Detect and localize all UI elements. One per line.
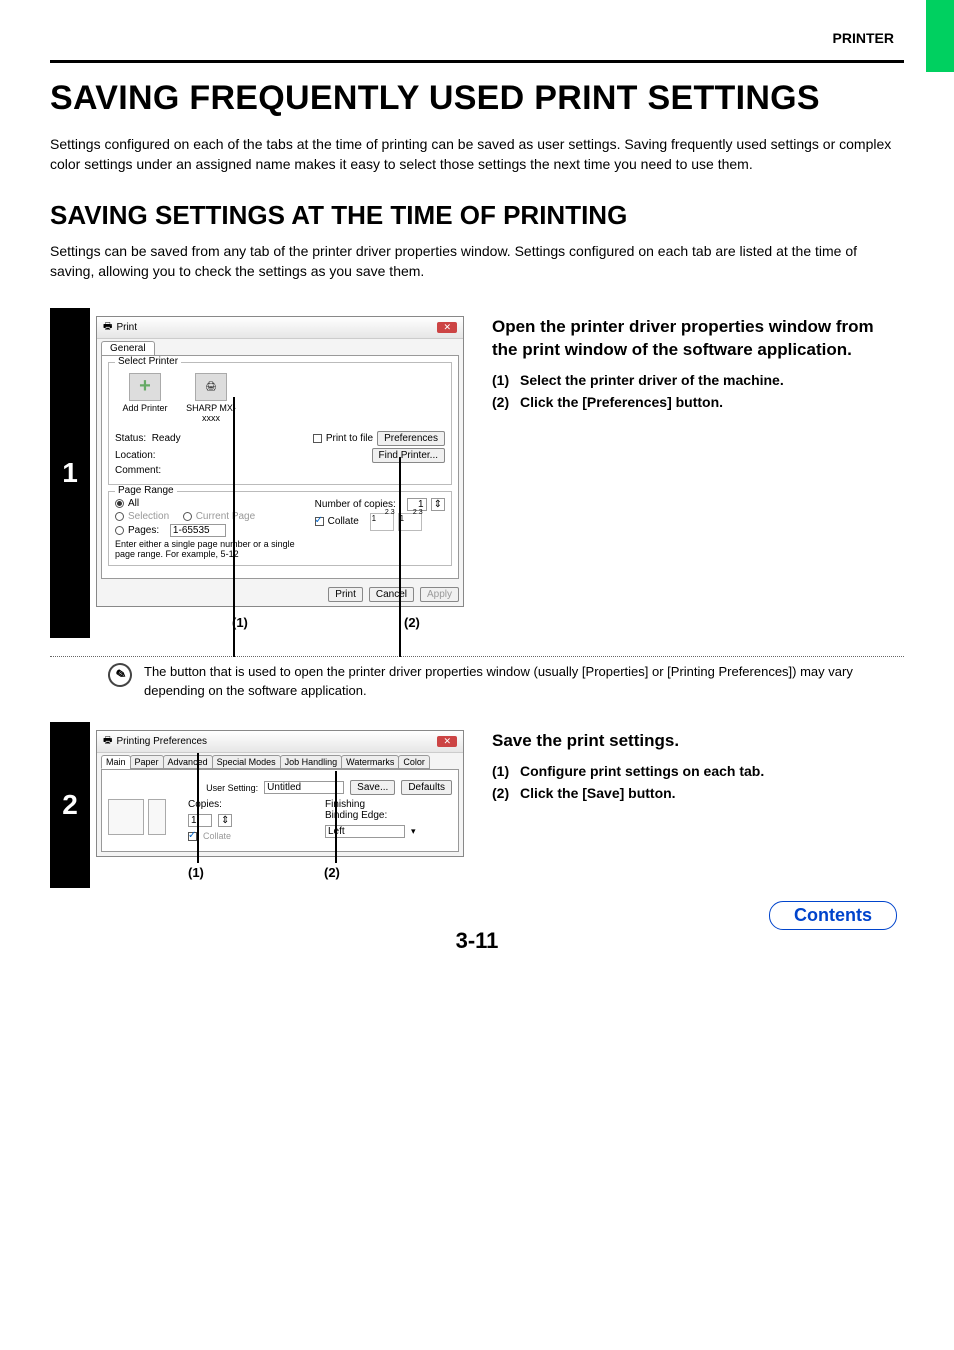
collate-icon: 1 <box>370 513 394 531</box>
prefs-copies-spinner[interactable]: ⇕ <box>218 814 232 827</box>
callout-line-2b <box>335 771 337 863</box>
step-1-item-2: (2)Click the [Preferences] button. <box>492 394 890 410</box>
close-icon[interactable]: ✕ <box>437 322 457 333</box>
tab-advanced[interactable]: Advanced <box>163 755 213 769</box>
print-dialog-title: Print <box>116 322 137 333</box>
step-2-block: 2 🖶 Printing Preferences ✕ Main Paper Ad… <box>50 722 904 888</box>
binding-edge-label: Binding Edge: <box>325 810 452 821</box>
copies-spinner[interactable]: ⇕ <box>431 498 445 511</box>
select-printer-legend: Select Printer <box>115 356 181 367</box>
green-accent-bar <box>926 0 954 72</box>
comment-label: Comment: <box>115 465 161 476</box>
apply-button[interactable]: Apply <box>420 587 459 602</box>
chevron-down-icon[interactable]: ▾ <box>411 826 416 837</box>
status-label: Status: <box>115 433 146 444</box>
step-1-heading: Open the printer driver properties windo… <box>492 316 890 362</box>
add-printer-label: Add Printer <box>117 403 173 413</box>
cancel-button[interactable]: Cancel <box>369 587 414 602</box>
step-1-block: 1 🖶 Print ✕ General Select Printer <box>50 308 904 638</box>
preview-thumb <box>108 799 144 835</box>
preferences-button[interactable]: Preferences <box>377 431 445 446</box>
step-1-number: 1 <box>50 308 90 638</box>
step-2-item-1: (1)Configure print settings on each tab. <box>492 763 890 779</box>
print-dialog: 🖶 Print ✕ General Select Printer + <box>96 316 464 607</box>
preview-thumb-side <box>148 799 166 835</box>
callout-line-1 <box>233 397 235 657</box>
pages-field[interactable]: 1-65535 <box>170 524 226 537</box>
finishing-label: Finishing <box>325 799 452 810</box>
callout-label-2b: (2) <box>324 865 340 880</box>
printer-glyph-icon: 🖶 <box>103 319 112 336</box>
radio-all[interactable] <box>115 499 124 508</box>
page-range-legend: Page Range <box>115 485 177 496</box>
location-label: Location: <box>115 450 156 461</box>
print-to-file-checkbox[interactable] <box>313 434 322 443</box>
dotted-separator <box>50 656 904 657</box>
print-to-file-label: Print to file <box>326 433 373 444</box>
printer-glyph-icon: 🖶 <box>103 733 112 750</box>
tab-general[interactable]: General <box>101 341 155 355</box>
add-printer-item[interactable]: + Add Printer <box>117 373 173 423</box>
tab-paper[interactable]: Paper <box>130 755 164 769</box>
pencil-note-icon: ✎ <box>105 659 136 690</box>
tab-job-handling[interactable]: Job Handling <box>280 755 343 769</box>
save-button[interactable]: Save... <box>350 780 395 795</box>
intro-paragraph: Settings configured on each of the tabs … <box>50 134 904 175</box>
collate-label: Collate <box>328 516 359 527</box>
note-row: ✎ The button that is used to open the pr… <box>50 663 904 705</box>
contents-link[interactable]: Contents <box>769 901 897 930</box>
printing-preferences-dialog: 🖶 Printing Preferences ✕ Main Paper Adva… <box>96 730 464 857</box>
radio-pages-label: Pages: <box>128 525 159 536</box>
radio-current-page[interactable] <box>183 512 192 521</box>
collate-icon: 1 <box>398 513 422 531</box>
callout-label-1b: (1) <box>188 865 228 880</box>
prefs-copies-field[interactable]: 1 <box>188 814 212 827</box>
tab-special-modes[interactable]: Special Modes <box>212 755 281 769</box>
callout-line-1b <box>197 753 199 863</box>
subheading: SAVING SETTINGS AT THE TIME OF PRINTING <box>50 200 904 231</box>
radio-current-page-label: Current Page <box>196 511 255 522</box>
callout-label-2: (2) <box>404 615 464 630</box>
print-button[interactable]: Print <box>328 587 363 602</box>
tab-color[interactable]: Color <box>398 755 430 769</box>
tab-main[interactable]: Main <box>101 755 131 769</box>
copies-label: Number of copies: <box>315 499 396 510</box>
callout-label-1: (1) <box>232 615 272 630</box>
tab-watermarks[interactable]: Watermarks <box>341 755 399 769</box>
defaults-button[interactable]: Defaults <box>401 780 452 795</box>
step-1-item-1: (1)Select the printer driver of the mach… <box>492 372 890 388</box>
title-rule <box>50 60 904 63</box>
find-printer-button[interactable]: Find Printer... <box>372 448 445 463</box>
status-value: Ready <box>152 433 181 444</box>
prefs-collate-checkbox[interactable] <box>188 832 197 841</box>
radio-selection-label: Selection <box>128 511 169 522</box>
callout-line-2 <box>399 457 401 657</box>
sharp-printer-item[interactable]: 🖨 SHARP MX-xxxx <box>183 373 239 423</box>
collate-checkbox[interactable] <box>315 517 324 526</box>
plus-icon: + <box>139 375 151 398</box>
page-number: 3-11 <box>50 928 904 954</box>
radio-pages[interactable] <box>115 526 124 535</box>
step-2-item-2: (2)Click the [Save] button. <box>492 785 890 801</box>
user-setting-dropdown[interactable]: Untitled <box>264 781 344 794</box>
sharp-printer-label: SHARP MX-xxxx <box>183 403 239 423</box>
printer-icon: 🖨 <box>195 373 227 401</box>
prefs-collate-label: Collate <box>203 831 231 841</box>
note-text: The button that is used to open the prin… <box>144 663 898 701</box>
radio-all-label: All <box>128 498 139 509</box>
binding-edge-dropdown[interactable]: Left <box>325 825 405 838</box>
prefs-dialog-title: Printing Preferences <box>116 736 207 747</box>
prefs-copies-label: Copies: <box>188 799 315 810</box>
step-2-number: 2 <box>50 722 90 888</box>
pages-hint: Enter either a single page number or a s… <box>115 539 307 559</box>
user-setting-label: User Setting: <box>206 783 258 793</box>
radio-selection[interactable] <box>115 512 124 521</box>
close-icon[interactable]: ✕ <box>437 736 457 747</box>
step-2-heading: Save the print settings. <box>492 730 890 753</box>
section-header: PRINTER <box>0 0 954 60</box>
intro2-paragraph: Settings can be saved from any tab of th… <box>50 241 904 282</box>
page-title: SAVING FREQUENTLY USED PRINT SETTINGS <box>50 77 904 120</box>
